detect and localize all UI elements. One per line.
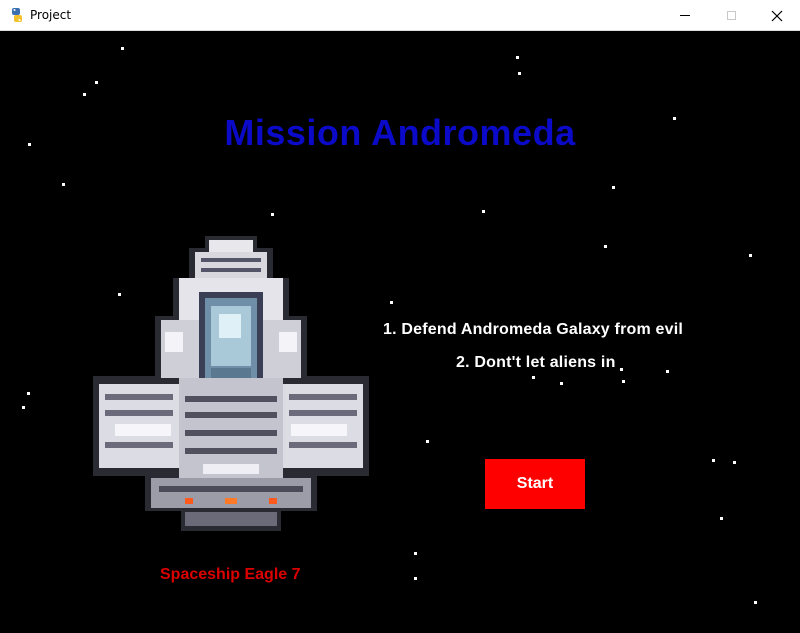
star <box>121 47 124 50</box>
rule-1: 1. Defend Andromeda Galaxy from evil <box>383 321 684 338</box>
ship-name: Spaceship Eagle 7 <box>160 566 301 583</box>
star <box>733 461 736 464</box>
star <box>271 213 274 216</box>
star <box>532 376 535 379</box>
python-snake-icon <box>12 8 22 22</box>
star <box>604 245 607 248</box>
star <box>712 459 715 462</box>
star <box>390 301 393 304</box>
star <box>622 380 625 383</box>
minimize-icon <box>680 15 690 16</box>
game-canvas[interactable]: Mission Andromeda 1. Defend Andromeda Ga… <box>0 31 800 633</box>
star <box>560 382 563 385</box>
window-title: Project <box>30 8 72 22</box>
close-button[interactable] <box>754 0 800 31</box>
star <box>749 254 752 257</box>
star <box>22 406 25 409</box>
minimize-button[interactable] <box>662 0 708 31</box>
game-title: Mission Andromeda <box>224 112 576 153</box>
star <box>612 186 615 189</box>
star <box>720 517 723 520</box>
title-bar[interactable]: Project <box>0 0 800 31</box>
start-button[interactable]: Start <box>485 459 585 509</box>
star <box>516 56 519 59</box>
maximize-button[interactable] <box>708 0 754 31</box>
app-window: Project Mission Andromeda 1. Defend Andr… <box>0 0 800 633</box>
star <box>482 210 485 213</box>
star <box>95 81 98 84</box>
star <box>666 370 669 373</box>
maximize-icon <box>726 11 736 20</box>
rule-2: 2. Dont't let aliens in <box>456 354 616 371</box>
star <box>83 93 86 96</box>
star <box>62 183 65 186</box>
star <box>518 72 521 75</box>
star <box>426 440 429 443</box>
star <box>620 368 623 371</box>
star <box>414 552 417 555</box>
close-icon <box>771 10 783 21</box>
star <box>754 601 757 604</box>
star <box>414 577 417 580</box>
spaceship-image <box>93 236 369 531</box>
star <box>27 392 30 395</box>
